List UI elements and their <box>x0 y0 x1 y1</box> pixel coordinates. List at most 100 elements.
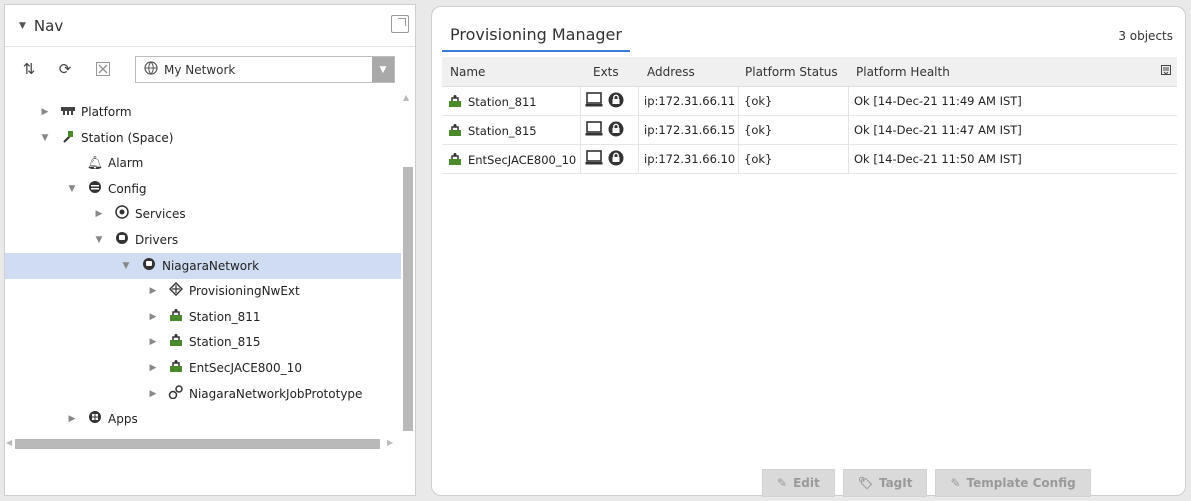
table-row[interactable]: Station_815 ip:172.31.66.15 {ok} Ok [14-Dec… <box>442 116 1177 145</box>
sort-icon[interactable]: ⇅ <box>19 59 39 79</box>
lock-icon[interactable] <box>607 121 625 140</box>
edit-button-label: Edit <box>793 476 820 490</box>
platform-icon <box>59 104 77 120</box>
tree-item-provisioningnwext[interactable]: ▶ ProvisioningNwExt <box>5 278 401 304</box>
expand-toggle-icon[interactable]: ▼ <box>66 184 78 194</box>
refresh-icon[interactable]: ⟳ <box>55 59 75 79</box>
globe-icon <box>144 60 158 79</box>
collapse-toggle-icon[interactable]: ▶ <box>147 286 159 296</box>
scroll-left-icon[interactable]: ◀ <box>6 438 12 447</box>
column-divider <box>848 145 849 174</box>
nav-tree: ▶ Platform ▼ Station (Space) 🔔︎ Alarm ▼ Config ▶… <box>5 91 401 431</box>
cell-exts <box>585 92 625 111</box>
tree-item-config[interactable]: ▼ Config <box>5 176 401 202</box>
tree-item-label: Services <box>135 207 186 222</box>
expand-toggle-icon[interactable]: ▼ <box>39 133 51 143</box>
column-divider <box>638 116 639 145</box>
cell-exts <box>585 121 625 140</box>
station-icon <box>167 333 185 351</box>
cell-platform-health: Ok [14-Dec-21 11:50 AM IST] <box>854 152 1022 166</box>
action-bar: ✎ Edit 🏷︎ TagIt ✎ Template Config <box>762 469 1091 497</box>
tree-item-entsecjace800-10[interactable]: ▶ EntSecJACE800_10 <box>5 355 401 381</box>
maximize-icon[interactable] <box>391 15 409 33</box>
tree-item-apps[interactable]: ▶ Apps <box>5 406 401 431</box>
nav-panel: ▼ Nav ⇅ ⟳ My Network ▼ ▶ Platform ▼ Station… <box>4 4 416 496</box>
tree-item-label: NiagaraNetwork <box>162 258 260 273</box>
tree-item-services[interactable]: ▶ Services <box>5 201 401 227</box>
cell-platform-status: {ok} <box>744 152 773 166</box>
collapse-toggle-icon[interactable]: ▶ <box>147 337 159 347</box>
tree-item-label: ProvisioningNwExt <box>189 284 300 299</box>
collapse-toggle-icon[interactable]: ▶ <box>147 363 159 373</box>
tree-item-label: Apps <box>108 412 138 427</box>
collapse-toggle-icon[interactable]: ▶ <box>147 389 159 399</box>
column-chooser-icon[interactable] <box>1161 65 1171 75</box>
station-icon <box>167 308 185 326</box>
tree-item-station-811[interactable]: ▶ Station_811 <box>5 304 401 330</box>
cell-exts <box>585 150 625 169</box>
vertical-scroll-thumb[interactable] <box>403 167 413 431</box>
close-icon[interactable] <box>93 59 113 79</box>
lock-icon[interactable] <box>607 150 625 169</box>
expand-toggle-icon[interactable]: ▼ <box>93 235 105 245</box>
tree-item-drivers[interactable]: ▼ Drivers <box>5 227 401 253</box>
cell-name-text: Station_811 <box>468 95 537 109</box>
tree-item-platform[interactable]: ▶ Platform <box>5 99 401 125</box>
column-header-name[interactable]: Name <box>450 65 485 79</box>
network-select[interactable]: My Network ▼ <box>135 56 395 83</box>
scroll-right-icon[interactable]: ▶ <box>387 438 393 447</box>
monitor-icon[interactable] <box>585 92 603 111</box>
tree-item-label: Alarm <box>108 156 144 171</box>
monitor-icon[interactable] <box>585 121 603 140</box>
nav-toolbar: ⇅ ⟳ My Network ▼ <box>5 51 415 87</box>
collapse-toggle-icon[interactable]: ▶ <box>39 107 51 117</box>
tree-item-alarm[interactable]: 🔔︎ Alarm <box>5 150 401 176</box>
column-divider <box>638 145 639 174</box>
column-divider <box>738 87 739 116</box>
tree-item-niagaranetworkjobprototype[interactable]: ▶ NiagaraNetworkJobPrototype <box>5 381 401 407</box>
nav-title-label: Nav <box>33 17 64 35</box>
template-config-button[interactable]: ✎ Template Config <box>935 469 1091 497</box>
horizontal-scrollbar[interactable]: ◀ ▶ <box>5 437 401 451</box>
collapse-toggle-icon[interactable]: ▶ <box>66 414 78 424</box>
tree-item-label: Station (Space) <box>81 130 174 145</box>
horizontal-scroll-thumb[interactable] <box>15 439 380 449</box>
vertical-scrollbar[interactable]: ▲ <box>401 91 415 433</box>
station-icon <box>167 359 185 377</box>
expand-toggle-icon[interactable]: ▼ <box>120 261 132 271</box>
lock-icon[interactable] <box>607 92 625 111</box>
tree-item-label: Config <box>108 181 147 196</box>
monitor-icon[interactable] <box>585 150 603 169</box>
apps-icon <box>86 410 104 428</box>
collapse-toggle-icon[interactable]: ▶ <box>147 312 159 322</box>
nav-title[interactable]: ▼ Nav <box>19 17 63 35</box>
chevron-down-icon[interactable]: ▼ <box>19 21 26 31</box>
tree-item-niagaranetwork[interactable]: ▼ NiagaraNetwork <box>5 252 401 279</box>
pencil-icon: ✎ <box>777 476 788 490</box>
tab-provisioning-manager[interactable]: Provisioning Manager <box>442 19 630 52</box>
column-header-exts[interactable]: Exts <box>593 65 619 79</box>
tree-item-station-815[interactable]: ▶ Station_815 <box>5 329 401 355</box>
network-icon <box>140 257 158 275</box>
column-header-platform-status[interactable]: Platform Status <box>745 65 838 79</box>
tree-item-station-space-[interactable]: ▼ Station (Space) <box>5 125 401 151</box>
column-divider <box>638 87 639 116</box>
tagit-button[interactable]: 🏷︎ TagIt <box>842 469 928 497</box>
object-count: 3 objects <box>1118 29 1173 43</box>
column-header-platform-health[interactable]: Platform Health <box>856 65 950 79</box>
pencil-icon: ✎ <box>950 476 961 490</box>
table-row[interactable]: Station_811 ip:172.31.66.11 {ok} Ok [14-Dec… <box>442 87 1177 116</box>
column-divider <box>738 145 739 174</box>
scroll-up-icon[interactable]: ▲ <box>403 93 409 102</box>
column-header-address[interactable]: Address <box>647 65 695 79</box>
column-divider <box>848 116 849 145</box>
column-divider <box>848 87 849 116</box>
chevron-down-icon[interactable]: ▼ <box>372 57 394 82</box>
table-row[interactable]: EntSecJACE800_10 ip:172.31.66.10 {ok} Ok [1… <box>442 145 1177 174</box>
collapse-toggle-icon[interactable]: ▶ <box>93 209 105 219</box>
cell-name: Station_815 <box>448 123 537 138</box>
tagit-button-label: TagIt <box>878 476 913 490</box>
provisioning-icon <box>167 282 185 300</box>
tree-item-label: Station_815 <box>189 335 261 350</box>
edit-button[interactable]: ✎ Edit <box>762 469 835 497</box>
